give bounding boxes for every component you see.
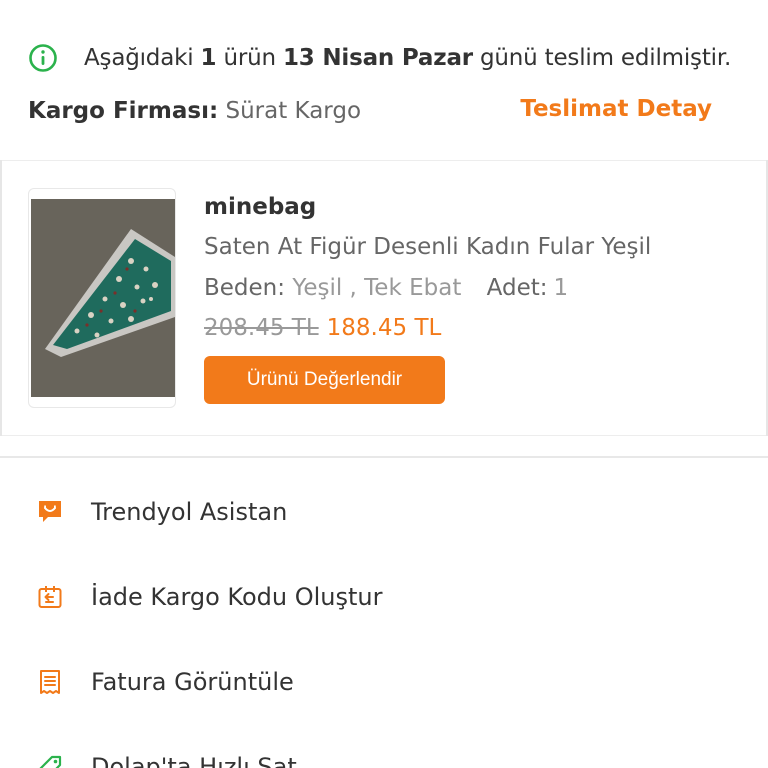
menu-label: Dolap'ta Hızlı Sat	[91, 753, 297, 768]
price-info: 208.45 TL 188.45 TL	[204, 315, 441, 341]
menu-item-assistant[interactable]: Trendyol Asistan	[0, 482, 768, 542]
cargo-value: Sürat Kargo	[218, 98, 362, 124]
info-circle-icon	[29, 44, 57, 72]
quantity-value: 1	[553, 275, 569, 301]
cargo-company: Kargo Firması: Sürat Kargo	[28, 98, 361, 124]
size-label: Beden:	[204, 275, 286, 301]
menu-item-invoice[interactable]: Fatura Görüntüle	[0, 652, 768, 712]
quantity-label: Adet:	[486, 275, 548, 301]
menu-label: İade Kargo Kodu Oluştur	[91, 583, 383, 611]
scarf-photo	[31, 199, 175, 397]
product-title[interactable]: Saten At Figür Desenli Kadın Fular Yeşil	[204, 234, 651, 260]
menu-item-dolap-sell[interactable]: Dolap'ta Hızlı Sat	[0, 737, 768, 768]
product-image[interactable]	[28, 188, 176, 408]
cargo-label: Kargo Firması:	[28, 98, 219, 124]
invoice-icon	[40, 670, 60, 694]
menu-item-return-code[interactable]: İade Kargo Kodu Oluştur	[0, 567, 768, 627]
chat-bubble-icon	[39, 501, 61, 522]
menu-label: Trendyol Asistan	[91, 498, 288, 526]
tag-icon	[39, 755, 62, 768]
current-price: 188.45 TL	[326, 315, 442, 341]
return-box-icon	[38, 586, 62, 608]
delivery-detail-link[interactable]: Teslimat Detay	[520, 96, 712, 122]
seller-name[interactable]: minebag	[204, 194, 316, 220]
size-value: Yeşil , Tek Ebat	[285, 275, 462, 301]
card-edge	[0, 160, 2, 436]
delivery-status-text: Aşağıdaki 1 ürün 13 Nisan Pazar günü tes…	[84, 45, 732, 71]
delivery-status: Aşağıdaki 1 ürün 13 Nisan Pazar günü tes…	[28, 38, 731, 78]
menu-label: Fatura Görüntüle	[91, 668, 294, 696]
variant-info: Beden: Yeşil , Tek Ebat Adet: 1	[204, 275, 568, 301]
section-divider	[0, 456, 768, 458]
old-price: 208.45 TL	[204, 315, 319, 341]
review-product-button[interactable]: Ürünü Değerlendir	[204, 356, 445, 404]
